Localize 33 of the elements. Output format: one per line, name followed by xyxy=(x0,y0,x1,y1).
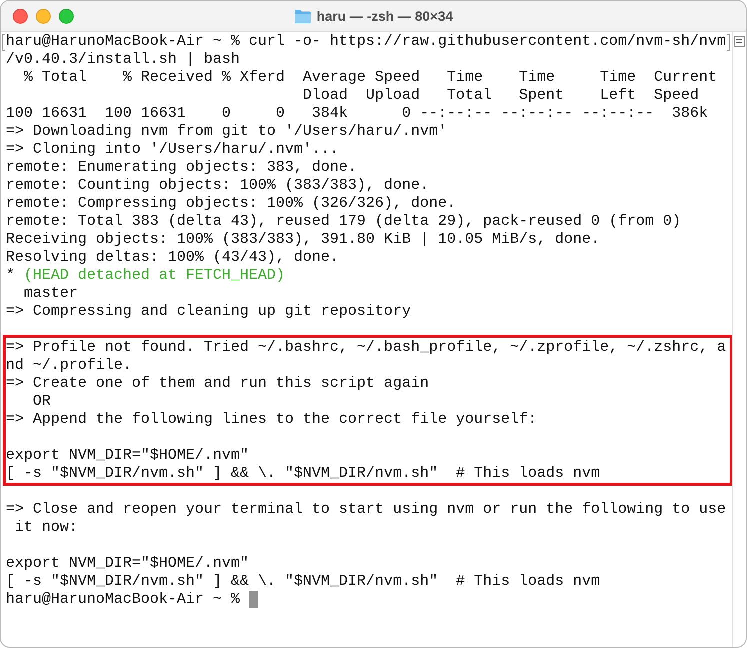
terminal-line: Receiving objects: 100% (383/383), 391.80 KiB | 10.05 MiB/s, done. xyxy=(6,231,600,249)
terminal-line: /v0.40.3/install.sh | bash xyxy=(6,51,240,69)
terminal-line: 100 16631 100 16631 0 0 384k 0 --:--:-- --:--:-- --:--:-- 386k xyxy=(6,105,708,123)
terminal-line: => Create one of them and run this script again xyxy=(6,375,430,393)
terminal-line: Dload Upload Total Spent Left Speed xyxy=(302,87,700,105)
close-button[interactable] xyxy=(13,8,28,24)
terminal-line: nd ~/.profile. xyxy=(6,357,132,375)
terminal-line: master xyxy=(23,285,78,303)
terminal-line: remote: Total 383 (delta 43), reused 179 (delta 29), pack-reused 0 (from 0) xyxy=(6,213,682,231)
terminal-line: => Append the following lines to the correct file yourself: xyxy=(6,411,538,429)
minimize-button[interactable] xyxy=(36,8,51,24)
terminal-line: => Downloading nvm from git to '/Users/haru/.nvm' xyxy=(6,123,448,141)
terminal-line: => Compressing and cleaning up git repository xyxy=(6,303,412,321)
terminal-line: OR xyxy=(32,393,52,411)
terminal-line: remote: Counting objects: 100% (383/383), done. xyxy=(6,177,430,195)
terminal-line: export NVM_DIR="$HOME/.nvm" xyxy=(6,555,250,573)
terminal-line: => Close and reopen your terminal to start using nvm or run the following to use xyxy=(6,501,726,519)
terminal-line: Resolving deltas: 100% (43/43), done. xyxy=(6,249,340,267)
terminal-line: haru@HarunoMacBook-Air ~ % xyxy=(6,591,258,609)
terminal-line: [ -s "$NVM_DIR/nvm.sh" ] && \. "$NVM_DIR/nvm.sh" # This loads nvm xyxy=(6,573,600,591)
window-title: haru — -zsh — 80×34 xyxy=(316,8,454,24)
terminal-line: it now: xyxy=(14,519,78,537)
terminal-line: remote: Enumerating objects: 383, done. xyxy=(6,159,358,177)
terminal-line: export NVM_DIR="$HOME/.nvm" xyxy=(6,447,250,465)
terminal-line: * (HEAD detached at FETCH_HEAD) xyxy=(6,267,286,285)
zoom-button[interactable] xyxy=(59,8,74,24)
terminal-line: => Profile not found. Tried ~/.bashrc, ~/.bash_profile, ~/.zprofile, ~/.zshrc, a xyxy=(6,339,726,357)
terminal-line: [ -s "$NVM_DIR/nvm.sh" ] && \. "$NVM_DIR/nvm.sh" # This loads nvm xyxy=(6,465,600,483)
terminal-line: remote: Compressing objects: 100% (326/326), done. xyxy=(6,195,456,213)
terminal-line: => Cloning into '/Users/haru/.nvm'... xyxy=(6,141,340,159)
terminal-line: % Total % Received % Xferd Average Speed Time Time Time Current xyxy=(23,69,718,87)
terminal-line: haru@HarunoMacBook-Air ~ % curl -o- https://raw.githubusercontent.com/nvm-sh/nvm xyxy=(6,33,726,51)
folder-icon xyxy=(294,8,312,24)
